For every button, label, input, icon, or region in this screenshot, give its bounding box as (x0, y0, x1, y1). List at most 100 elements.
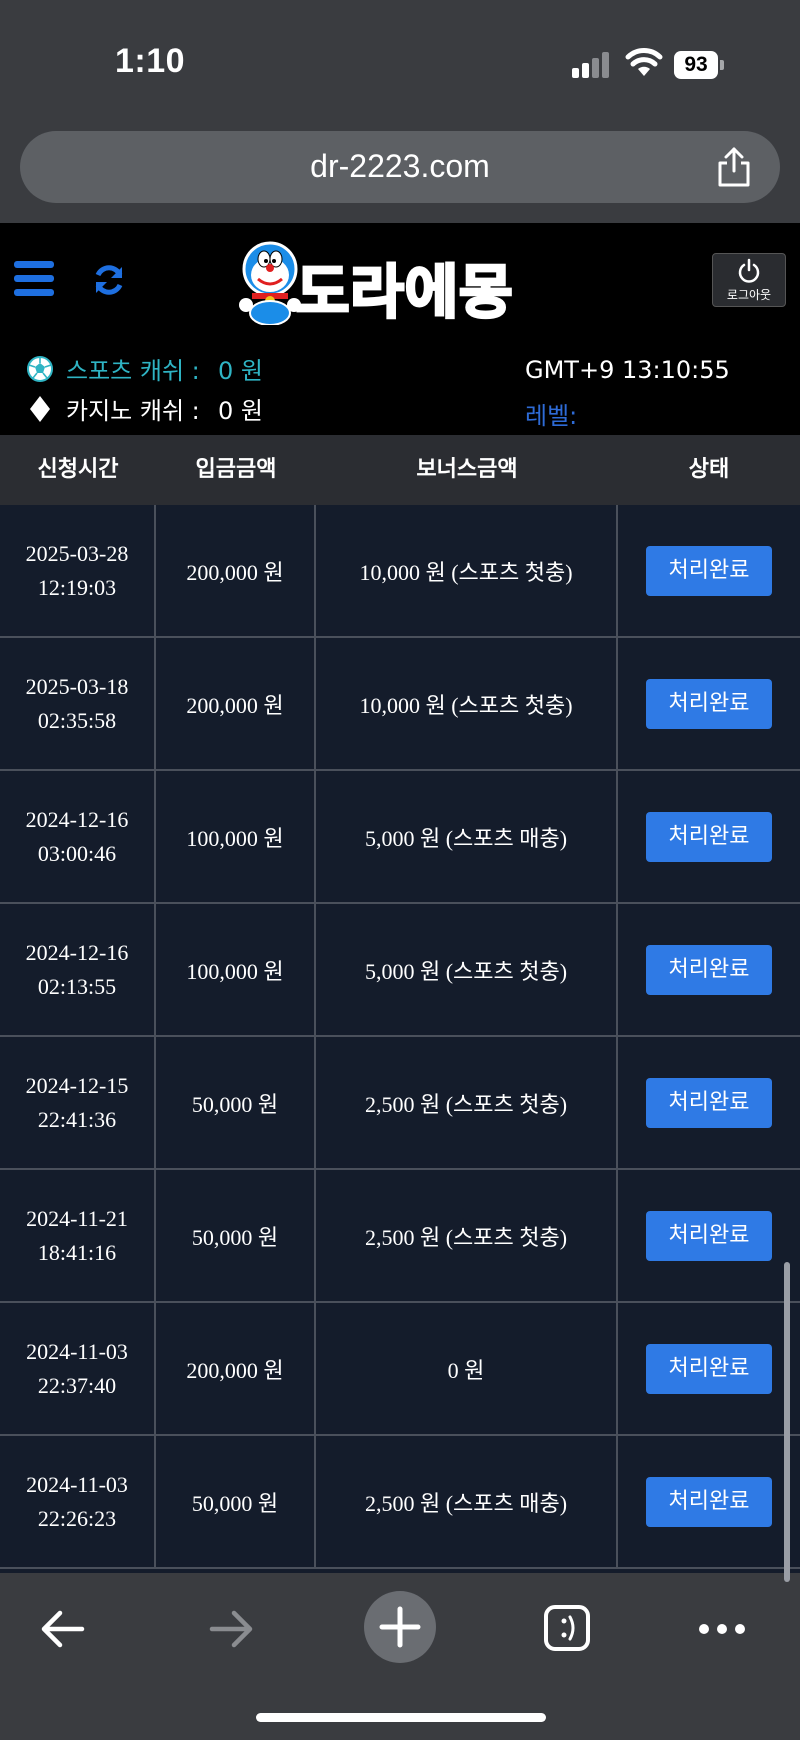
status-button[interactable]: 처리완료 (646, 1343, 772, 1394)
status-time: 1:10 (115, 42, 186, 80)
request-time-cell: 2025-03-18 02:35:58 (0, 638, 156, 769)
browser-toolbar (0, 1583, 800, 1740)
deposit-amount-cell: 200,000 원 (156, 1303, 316, 1434)
cellular-signal-icon (572, 52, 612, 78)
sports-cash-value: 0 원 (218, 357, 263, 385)
server-clock: GMT+9 13:10:55 (525, 356, 730, 384)
status-cell: 처리완료 (618, 1037, 800, 1168)
request-time: 02:13:55 (37, 973, 117, 999)
col-deposit-amount: 입금금액 (195, 457, 277, 482)
deposit-amount-cell: 50,000 원 (156, 1170, 316, 1301)
status-button[interactable]: 처리완료 (646, 1476, 772, 1527)
deposit-amount-cell: 100,000 원 (156, 904, 316, 1035)
deposit-amount-cell: 100,000 원 (156, 771, 316, 902)
request-time: 22:41:36 (37, 1106, 117, 1132)
deposit-table-body[interactable]: 2025-03-28 12:19:03 200,000 원 10,000 원 (스… (0, 505, 800, 1573)
col-bonus-amount: 보너스금액 (416, 457, 518, 482)
tab-switcher-icon[interactable] (544, 1605, 590, 1651)
bonus-amount-cell: 5,000 원 (스포츠 매충) (316, 771, 618, 902)
table-row: 2024-12-15 22:41:36 50,000 원 2,500 원 (스포츠… (0, 1037, 800, 1170)
site-logo[interactable]: 도라에몽 (236, 239, 566, 328)
plus-icon (379, 1606, 421, 1648)
status-cell: 처리완료 (618, 638, 800, 769)
casino-cash-label: 카지노 캐쉬 : (66, 397, 200, 425)
request-time: 12:19:03 (37, 574, 117, 600)
forward-arrow-icon[interactable] (206, 1609, 256, 1649)
request-time-cell: 2024-11-21 18:41:16 (0, 1170, 156, 1301)
casino-cash-row: 카지노 캐쉬 : 0 원 (26, 391, 263, 426)
back-arrow-icon[interactable] (38, 1609, 88, 1649)
status-button[interactable]: 처리완료 (646, 811, 772, 862)
url-text[interactable]: dr-2223.com (20, 148, 780, 185)
status-cell: 처리완료 (618, 904, 800, 1035)
request-date: 2024-11-03 (26, 1338, 128, 1364)
status-cell: 처리완료 (618, 1170, 800, 1301)
bonus-amount-cell: 10,000 원 (스포츠 첫충) (316, 638, 618, 769)
request-time-cell: 2024-12-16 02:13:55 (0, 904, 156, 1035)
col-request-time: 신청시간 (37, 457, 119, 482)
status-button[interactable]: 처리완료 (646, 678, 772, 729)
request-time-cell: 2024-12-16 03:00:46 (0, 771, 156, 902)
user-level: 레벨: (525, 402, 578, 430)
battery-icon: 93 (674, 51, 724, 79)
col-status: 상태 (688, 457, 730, 482)
request-date: 2025-03-18 (25, 673, 129, 699)
bonus-amount-cell: 2,500 원 (스포츠 매충) (316, 1436, 618, 1567)
status-cell: 처리완료 (618, 771, 800, 902)
status-cell: 처리완료 (618, 1303, 800, 1434)
request-date: 2024-11-21 (26, 1205, 128, 1231)
bonus-amount-cell: 2,500 원 (스포츠 첫충) (316, 1170, 618, 1301)
request-time-cell: 2024-11-03 22:26:23 (0, 1436, 156, 1567)
table-row: 2025-03-28 12:19:03 200,000 원 10,000 원 (스… (0, 505, 800, 638)
wifi-icon (625, 48, 663, 76)
diamond-icon (30, 395, 50, 422)
status-button[interactable]: 처리완료 (646, 1210, 772, 1261)
request-date: 2024-11-03 (26, 1471, 128, 1497)
deposit-table-header: 신청시간 입금금액 보너스금액 상태 (0, 435, 800, 505)
table-row: 2024-12-16 02:13:55 100,000 원 5,000 원 (스포… (0, 904, 800, 1037)
status-cell: 처리완료 (618, 505, 800, 636)
status-button[interactable]: 처리완료 (646, 944, 772, 995)
status-button[interactable]: 처리완료 (646, 1077, 772, 1128)
page-scrollbar[interactable] (784, 1262, 790, 1582)
deposit-amount-cell: 200,000 원 (156, 505, 316, 636)
table-row: 2024-11-03 22:26:23 50,000 원 2,500 원 (스포츠… (0, 1436, 800, 1569)
bonus-amount-cell: 5,000 원 (스포츠 첫충) (316, 904, 618, 1035)
power-icon (738, 258, 760, 283)
request-time: 22:37:40 (37, 1372, 117, 1398)
address-bar[interactable]: dr-2223.com (20, 131, 780, 203)
home-indicator[interactable] (256, 1713, 546, 1722)
table-row: 2024-11-21 18:41:16 50,000 원 2,500 원 (스포츠… (0, 1170, 800, 1303)
new-tab-button[interactable] (364, 1591, 436, 1663)
battery-level: 93 (674, 51, 718, 79)
table-row: 2025-03-18 02:35:58 200,000 원 10,000 원 (스… (0, 638, 800, 771)
share-icon[interactable] (714, 145, 754, 189)
bonus-amount-cell: 10,000 원 (스포츠 첫충) (316, 505, 618, 636)
hamburger-menu-icon[interactable] (14, 261, 54, 297)
request-time: 02:35:58 (37, 707, 117, 733)
table-row: 2024-12-16 03:00:46 100,000 원 5,000 원 (스포… (0, 771, 800, 904)
sports-cash-label: 스포츠 캐쉬 : (66, 357, 200, 385)
soccer-ball-icon (27, 355, 53, 382)
bonus-amount-cell: 2,500 원 (스포츠 첫충) (316, 1037, 618, 1168)
status-button[interactable]: 처리완료 (646, 545, 772, 596)
table-row: 2024-11-03 22:37:40 200,000 원 0 원 처리완료 (0, 1303, 800, 1436)
logo-text: 도라에몽 (294, 257, 514, 328)
deposit-amount-cell: 50,000 원 (156, 1436, 316, 1567)
deposit-amount-cell: 200,000 원 (156, 638, 316, 769)
more-menu-icon[interactable] (698, 1623, 746, 1635)
request-date: 2025-03-28 (25, 540, 129, 566)
request-date: 2024-12-15 (25, 1072, 129, 1098)
request-time: 03:00:46 (37, 840, 117, 866)
status-cell: 처리완료 (618, 1436, 800, 1567)
request-date: 2024-12-16 (25, 939, 129, 965)
request-time-cell: 2025-03-28 12:19:03 (0, 505, 156, 636)
request-time-cell: 2024-12-15 22:41:36 (0, 1037, 156, 1168)
logout-button[interactable]: 로그아웃 (712, 253, 786, 307)
refresh-icon[interactable] (90, 261, 128, 299)
bonus-amount-cell: 0 원 (316, 1303, 618, 1434)
request-time-cell: 2024-11-03 22:37:40 (0, 1303, 156, 1434)
site-header: 도라에몽 로그아웃 스포츠 캐쉬 : 0 원 카지노 캐쉬 : 0 원 GMT+9 … (0, 223, 800, 435)
deposit-amount-cell: 50,000 원 (156, 1037, 316, 1168)
ios-status-bar: 1:10 93 (0, 0, 800, 125)
